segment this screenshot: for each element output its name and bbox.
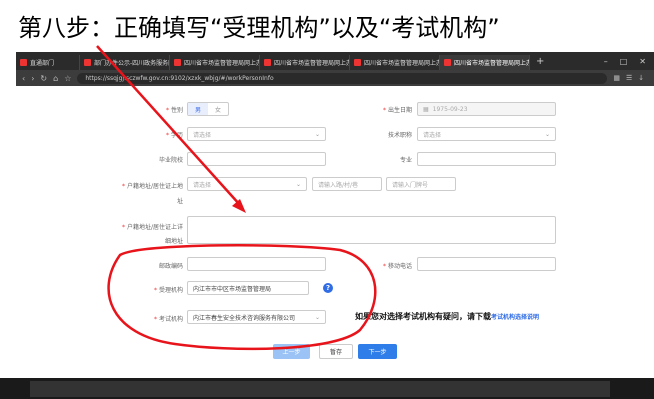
annotation-arrow-head-icon (232, 199, 246, 213)
annotation-overlay (96, 45, 377, 351)
annotation-arrow-line (96, 45, 241, 206)
annotation-circle (107, 244, 377, 351)
screenshot-root: 第八步：正确填写“受理机构”以及“考试机构” 直通部门 部门办件公示-四川政务服… (0, 0, 654, 399)
